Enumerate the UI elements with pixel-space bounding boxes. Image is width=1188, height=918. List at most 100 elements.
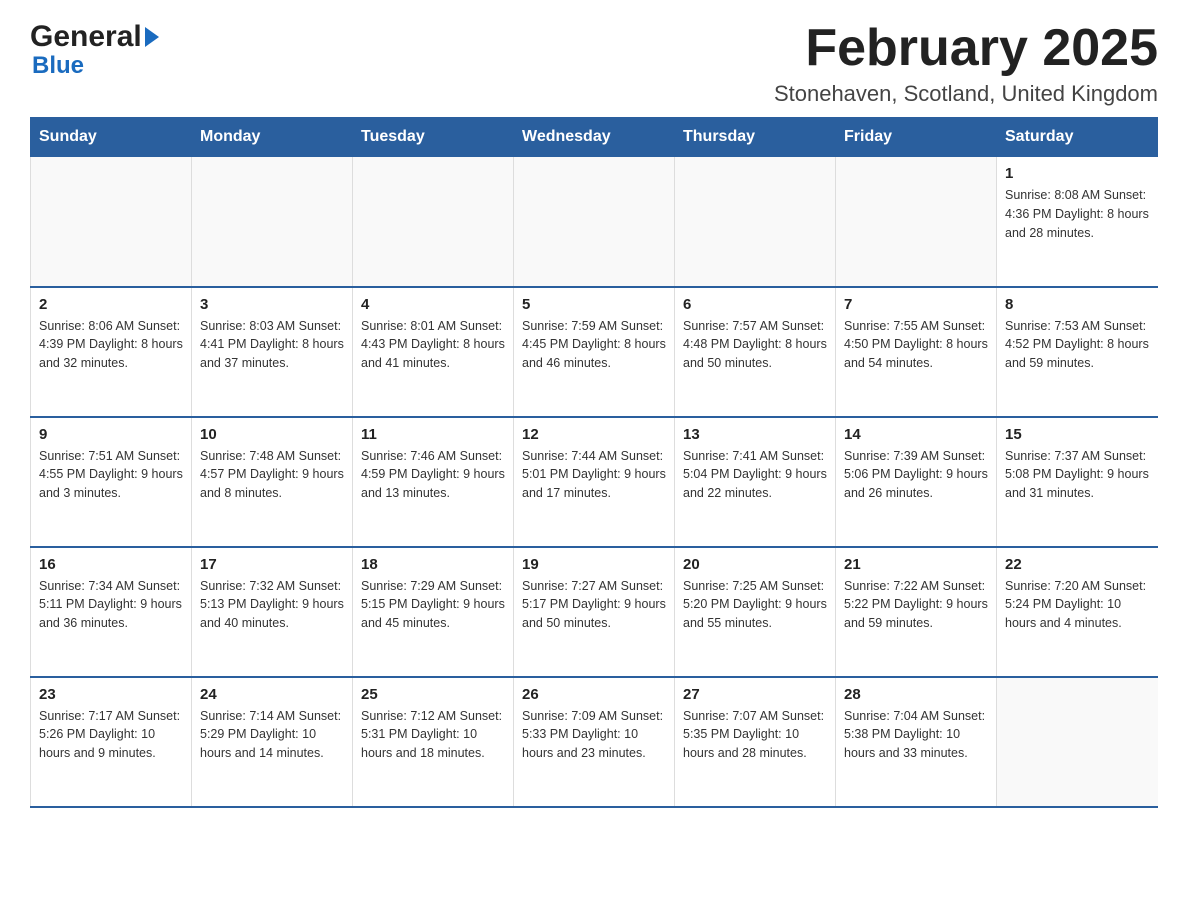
calendar-week-row: 9 Sunrise: 7:51 AM Sunset: 4:55 PM Daylig… xyxy=(31,417,1158,547)
day-info: Sunrise: 7:09 AM Sunset: 5:33 PM Dayligh… xyxy=(522,707,666,763)
calendar-cell xyxy=(514,157,675,287)
day-info: Sunrise: 7:51 AM Sunset: 4:55 PM Dayligh… xyxy=(39,447,183,503)
calendar-cell: 25 Sunrise: 7:12 AM Sunset: 5:31 PM Dayli… xyxy=(353,677,514,807)
calendar-cell: 11 Sunrise: 7:46 AM Sunset: 4:59 PM Dayli… xyxy=(353,417,514,547)
day-of-week-header: Sunday xyxy=(31,118,192,157)
day-info: Sunrise: 7:48 AM Sunset: 4:57 PM Dayligh… xyxy=(200,447,344,503)
day-info: Sunrise: 7:57 AM Sunset: 4:48 PM Dayligh… xyxy=(683,317,827,373)
day-number: 7 xyxy=(844,296,988,313)
calendar-cell: 27 Sunrise: 7:07 AM Sunset: 5:35 PM Dayli… xyxy=(675,677,836,807)
calendar-header-row: SundayMondayTuesdayWednesdayThursdayFrid… xyxy=(31,118,1158,157)
title-area: February 2025 Stonehaven, Scotland, Unit… xyxy=(774,20,1158,107)
day-info: Sunrise: 7:27 AM Sunset: 5:17 PM Dayligh… xyxy=(522,577,666,633)
day-info: Sunrise: 7:46 AM Sunset: 4:59 PM Dayligh… xyxy=(361,447,505,503)
logo-arrow-icon xyxy=(145,27,159,47)
logo-text-general: General xyxy=(30,20,142,54)
calendar-cell: 9 Sunrise: 7:51 AM Sunset: 4:55 PM Daylig… xyxy=(31,417,192,547)
calendar-cell xyxy=(675,157,836,287)
calendar-cell: 14 Sunrise: 7:39 AM Sunset: 5:06 PM Dayli… xyxy=(836,417,997,547)
day-of-week-header: Friday xyxy=(836,118,997,157)
calendar-cell: 24 Sunrise: 7:14 AM Sunset: 5:29 PM Dayli… xyxy=(192,677,353,807)
day-info: Sunrise: 7:25 AM Sunset: 5:20 PM Dayligh… xyxy=(683,577,827,633)
day-number: 4 xyxy=(361,296,505,313)
day-info: Sunrise: 7:55 AM Sunset: 4:50 PM Dayligh… xyxy=(844,317,988,373)
calendar-week-row: 2 Sunrise: 8:06 AM Sunset: 4:39 PM Daylig… xyxy=(31,287,1158,417)
day-number: 26 xyxy=(522,686,666,703)
day-number: 21 xyxy=(844,556,988,573)
day-number: 28 xyxy=(844,686,988,703)
logo: General Blue xyxy=(30,20,159,80)
day-number: 22 xyxy=(1005,556,1150,573)
page-header: General Blue February 2025 Stonehaven, S… xyxy=(30,20,1158,107)
calendar-week-row: 23 Sunrise: 7:17 AM Sunset: 5:26 PM Dayli… xyxy=(31,677,1158,807)
day-info: Sunrise: 8:03 AM Sunset: 4:41 PM Dayligh… xyxy=(200,317,344,373)
day-info: Sunrise: 7:32 AM Sunset: 5:13 PM Dayligh… xyxy=(200,577,344,633)
day-number: 13 xyxy=(683,426,827,443)
calendar-cell: 10Sunrise: 7:48 AM Sunset: 4:57 PM Dayli… xyxy=(192,417,353,547)
calendar-cell: 7 Sunrise: 7:55 AM Sunset: 4:50 PM Daylig… xyxy=(836,287,997,417)
day-info: Sunrise: 7:07 AM Sunset: 5:35 PM Dayligh… xyxy=(683,707,827,763)
calendar-cell: 3 Sunrise: 8:03 AM Sunset: 4:41 PM Daylig… xyxy=(192,287,353,417)
calendar-cell: 26 Sunrise: 7:09 AM Sunset: 5:33 PM Dayli… xyxy=(514,677,675,807)
calendar-cell: 8 Sunrise: 7:53 AM Sunset: 4:52 PM Daylig… xyxy=(997,287,1158,417)
calendar-cell xyxy=(31,157,192,287)
calendar-cell: 15 Sunrise: 7:37 AM Sunset: 5:08 PM Dayli… xyxy=(997,417,1158,547)
calendar-cell: 23 Sunrise: 7:17 AM Sunset: 5:26 PM Dayli… xyxy=(31,677,192,807)
calendar-cell: 28 Sunrise: 7:04 AM Sunset: 5:38 PM Dayli… xyxy=(836,677,997,807)
calendar-cell: 18 Sunrise: 7:29 AM Sunset: 5:15 PM Dayli… xyxy=(353,547,514,677)
day-info: Sunrise: 7:12 AM Sunset: 5:31 PM Dayligh… xyxy=(361,707,505,763)
day-of-week-header: Tuesday xyxy=(353,118,514,157)
day-number: 9 xyxy=(39,426,183,443)
calendar-week-row: 1Sunrise: 8:08 AM Sunset: 4:36 PM Daylig… xyxy=(31,157,1158,287)
location-subtitle: Stonehaven, Scotland, United Kingdom xyxy=(774,81,1158,107)
calendar-week-row: 16 Sunrise: 7:34 AM Sunset: 5:11 PM Dayli… xyxy=(31,547,1158,677)
day-of-week-header: Wednesday xyxy=(514,118,675,157)
calendar-cell xyxy=(836,157,997,287)
day-info: Sunrise: 7:17 AM Sunset: 5:26 PM Dayligh… xyxy=(39,707,183,763)
day-number: 25 xyxy=(361,686,505,703)
day-of-week-header: Thursday xyxy=(675,118,836,157)
day-info: Sunrise: 7:59 AM Sunset: 4:45 PM Dayligh… xyxy=(522,317,666,373)
day-info: Sunrise: 8:01 AM Sunset: 4:43 PM Dayligh… xyxy=(361,317,505,373)
day-info: Sunrise: 8:08 AM Sunset: 4:36 PM Dayligh… xyxy=(1005,186,1150,242)
day-info: Sunrise: 7:44 AM Sunset: 5:01 PM Dayligh… xyxy=(522,447,666,503)
day-number: 27 xyxy=(683,686,827,703)
day-of-week-header: Saturday xyxy=(997,118,1158,157)
day-number: 24 xyxy=(200,686,344,703)
day-number: 6 xyxy=(683,296,827,313)
day-info: Sunrise: 7:29 AM Sunset: 5:15 PM Dayligh… xyxy=(361,577,505,633)
calendar-cell: 17 Sunrise: 7:32 AM Sunset: 5:13 PM Dayli… xyxy=(192,547,353,677)
calendar-cell: 22 Sunrise: 7:20 AM Sunset: 5:24 PM Dayli… xyxy=(997,547,1158,677)
day-number: 11 xyxy=(361,426,505,443)
day-number: 12 xyxy=(522,426,666,443)
day-number: 15 xyxy=(1005,426,1150,443)
day-number: 14 xyxy=(844,426,988,443)
day-info: Sunrise: 7:41 AM Sunset: 5:04 PM Dayligh… xyxy=(683,447,827,503)
day-info: Sunrise: 7:53 AM Sunset: 4:52 PM Dayligh… xyxy=(1005,317,1150,373)
calendar-cell xyxy=(192,157,353,287)
day-number: 3 xyxy=(200,296,344,313)
day-number: 16 xyxy=(39,556,183,573)
day-number: 17 xyxy=(200,556,344,573)
day-info: Sunrise: 7:14 AM Sunset: 5:29 PM Dayligh… xyxy=(200,707,344,763)
day-number: 19 xyxy=(522,556,666,573)
calendar-cell xyxy=(997,677,1158,807)
calendar-cell: 21Sunrise: 7:22 AM Sunset: 5:22 PM Dayli… xyxy=(836,547,997,677)
day-info: Sunrise: 8:06 AM Sunset: 4:39 PM Dayligh… xyxy=(39,317,183,373)
month-title: February 2025 xyxy=(774,20,1158,77)
day-number: 2 xyxy=(39,296,183,313)
day-info: Sunrise: 7:04 AM Sunset: 5:38 PM Dayligh… xyxy=(844,707,988,763)
calendar-cell: 5Sunrise: 7:59 AM Sunset: 4:45 PM Daylig… xyxy=(514,287,675,417)
calendar-cell: 1Sunrise: 8:08 AM Sunset: 4:36 PM Daylig… xyxy=(997,157,1158,287)
day-info: Sunrise: 7:37 AM Sunset: 5:08 PM Dayligh… xyxy=(1005,447,1150,503)
day-number: 18 xyxy=(361,556,505,573)
day-info: Sunrise: 7:34 AM Sunset: 5:11 PM Dayligh… xyxy=(39,577,183,633)
calendar-cell: 19 Sunrise: 7:27 AM Sunset: 5:17 PM Dayli… xyxy=(514,547,675,677)
calendar-cell: 16 Sunrise: 7:34 AM Sunset: 5:11 PM Dayli… xyxy=(31,547,192,677)
calendar-cell: 2 Sunrise: 8:06 AM Sunset: 4:39 PM Daylig… xyxy=(31,287,192,417)
day-info: Sunrise: 7:39 AM Sunset: 5:06 PM Dayligh… xyxy=(844,447,988,503)
day-number: 8 xyxy=(1005,296,1150,313)
day-number: 23 xyxy=(39,686,183,703)
day-number: 20 xyxy=(683,556,827,573)
day-info: Sunrise: 7:20 AM Sunset: 5:24 PM Dayligh… xyxy=(1005,577,1150,633)
